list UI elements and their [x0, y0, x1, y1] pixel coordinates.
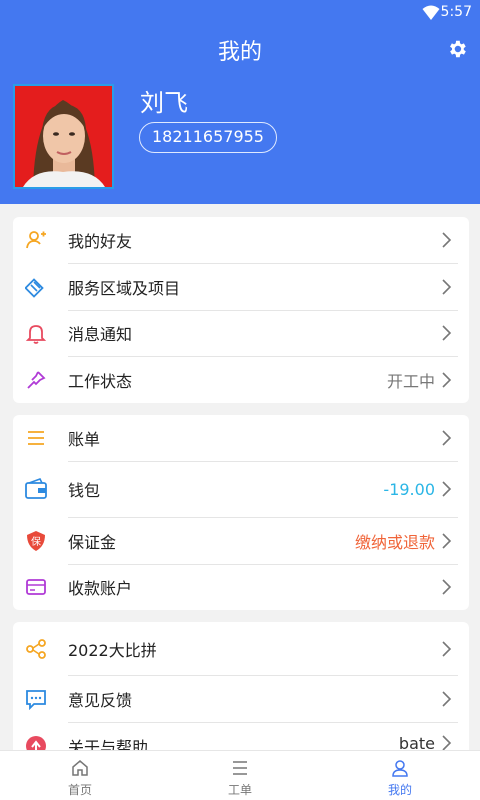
wifi-icon — [422, 5, 440, 20]
avatar-portrait-image — [15, 86, 112, 187]
page-title: 我的 — [217, 40, 262, 65]
menu-item-friends[interactable]: 我的好友 — [13, 217, 469, 263]
chevron-right-icon — [442, 325, 452, 341]
menu-item-deposit[interactable]: 保 保证金 缴纳或退款 — [13, 517, 469, 564]
friend-add-icon — [24, 228, 48, 252]
home-icon — [72, 760, 88, 776]
chevron-right-icon — [442, 278, 452, 295]
status-time: 5:57 — [440, 4, 472, 20]
menu-item-notifications[interactable]: 消息通知 — [13, 310, 469, 356]
chevron-right-icon — [442, 579, 452, 595]
menu-item-payment-account[interactable]: 收款账户 — [13, 564, 469, 610]
deposit-shield-icon: 保 — [24, 529, 48, 553]
menu-item-feedback[interactable]: 意见反馈 — [13, 675, 469, 722]
tab-label: 工单 — [227, 783, 252, 797]
menu-card-3: 2022大比拼 意见反馈 关于与帮助 bate — [13, 622, 469, 762]
menu-item-label: 钱包 — [68, 481, 101, 500]
chevron-right-icon — [442, 430, 452, 446]
tab-work-orders[interactable]: 工单 — [160, 751, 320, 800]
menu-item-label: 账单 — [68, 430, 101, 449]
deposit-action-value: 缴纳或退款 — [354, 532, 435, 552]
work-status-value: 开工中 — [386, 371, 435, 391]
status-bar: 5:57 — [0, 0, 480, 26]
wallet-icon — [24, 477, 48, 501]
chevron-right-icon — [442, 232, 452, 248]
phone-number: 18211657955 — [139, 122, 277, 153]
menu-item-service-area[interactable]: 服务区域及项目 — [13, 263, 469, 310]
service-area-icon — [24, 275, 48, 299]
menu-item-label: 意见反馈 — [68, 690, 133, 710]
chevron-right-icon — [442, 481, 452, 497]
menu-item-label: 工作状态 — [68, 371, 133, 391]
chevron-right-icon — [442, 640, 452, 657]
pin-icon — [24, 368, 48, 392]
menu-item-label: 2022大比拼 — [68, 640, 157, 660]
wallet-balance: -19.00 — [383, 479, 435, 499]
chevron-right-icon — [442, 532, 452, 549]
feedback-icon — [24, 687, 48, 711]
tab-mine[interactable]: 我的 — [320, 751, 480, 800]
menu-item-label: 服务区域及项目 — [68, 278, 181, 298]
menu-card-1: 我的好友 服务区域及项目 消息通知 工作状态 开工中 — [13, 217, 469, 403]
tab-home[interactable]: 首页 — [0, 751, 160, 800]
person-icon — [392, 760, 408, 777]
profile-header: 5:57 我的 刘飞 18211657955 — [0, 0, 480, 204]
chevron-right-icon — [442, 690, 452, 707]
settings-gear-icon[interactable] — [446, 38, 468, 60]
bell-icon — [24, 321, 48, 345]
menu-item-label: 消息通知 — [68, 325, 133, 344]
card-icon — [24, 575, 48, 599]
user-name: 刘飞 — [140, 89, 188, 117]
menu-item-wallet[interactable]: 钱包 -19.00 — [13, 461, 469, 517]
share-icon — [24, 637, 48, 661]
menu-icon — [233, 761, 247, 775]
menu-item-competition[interactable]: 2022大比拼 — [13, 622, 469, 675]
bottom-tab-bar: 首页 工单 我的 — [0, 750, 480, 800]
menu-item-label: 保证金 — [68, 532, 117, 552]
chevron-right-icon — [442, 371, 452, 388]
tab-label: 首页 — [67, 783, 92, 797]
menu-item-label: 收款账户 — [68, 579, 133, 598]
deposit-badge-text: 保 — [31, 535, 41, 548]
tab-label: 我的 — [387, 783, 412, 797]
menu-item-bill[interactable]: 账单 — [13, 415, 469, 461]
list-icon — [24, 426, 48, 450]
menu-item-work-status[interactable]: 工作状态 开工中 — [13, 356, 469, 403]
avatar[interactable] — [13, 84, 114, 189]
menu-card-2: 账单 钱包 -19.00 保 保证金 缴纳或退款 收款账户 — [13, 415, 469, 610]
menu-item-label: 我的好友 — [68, 232, 133, 251]
